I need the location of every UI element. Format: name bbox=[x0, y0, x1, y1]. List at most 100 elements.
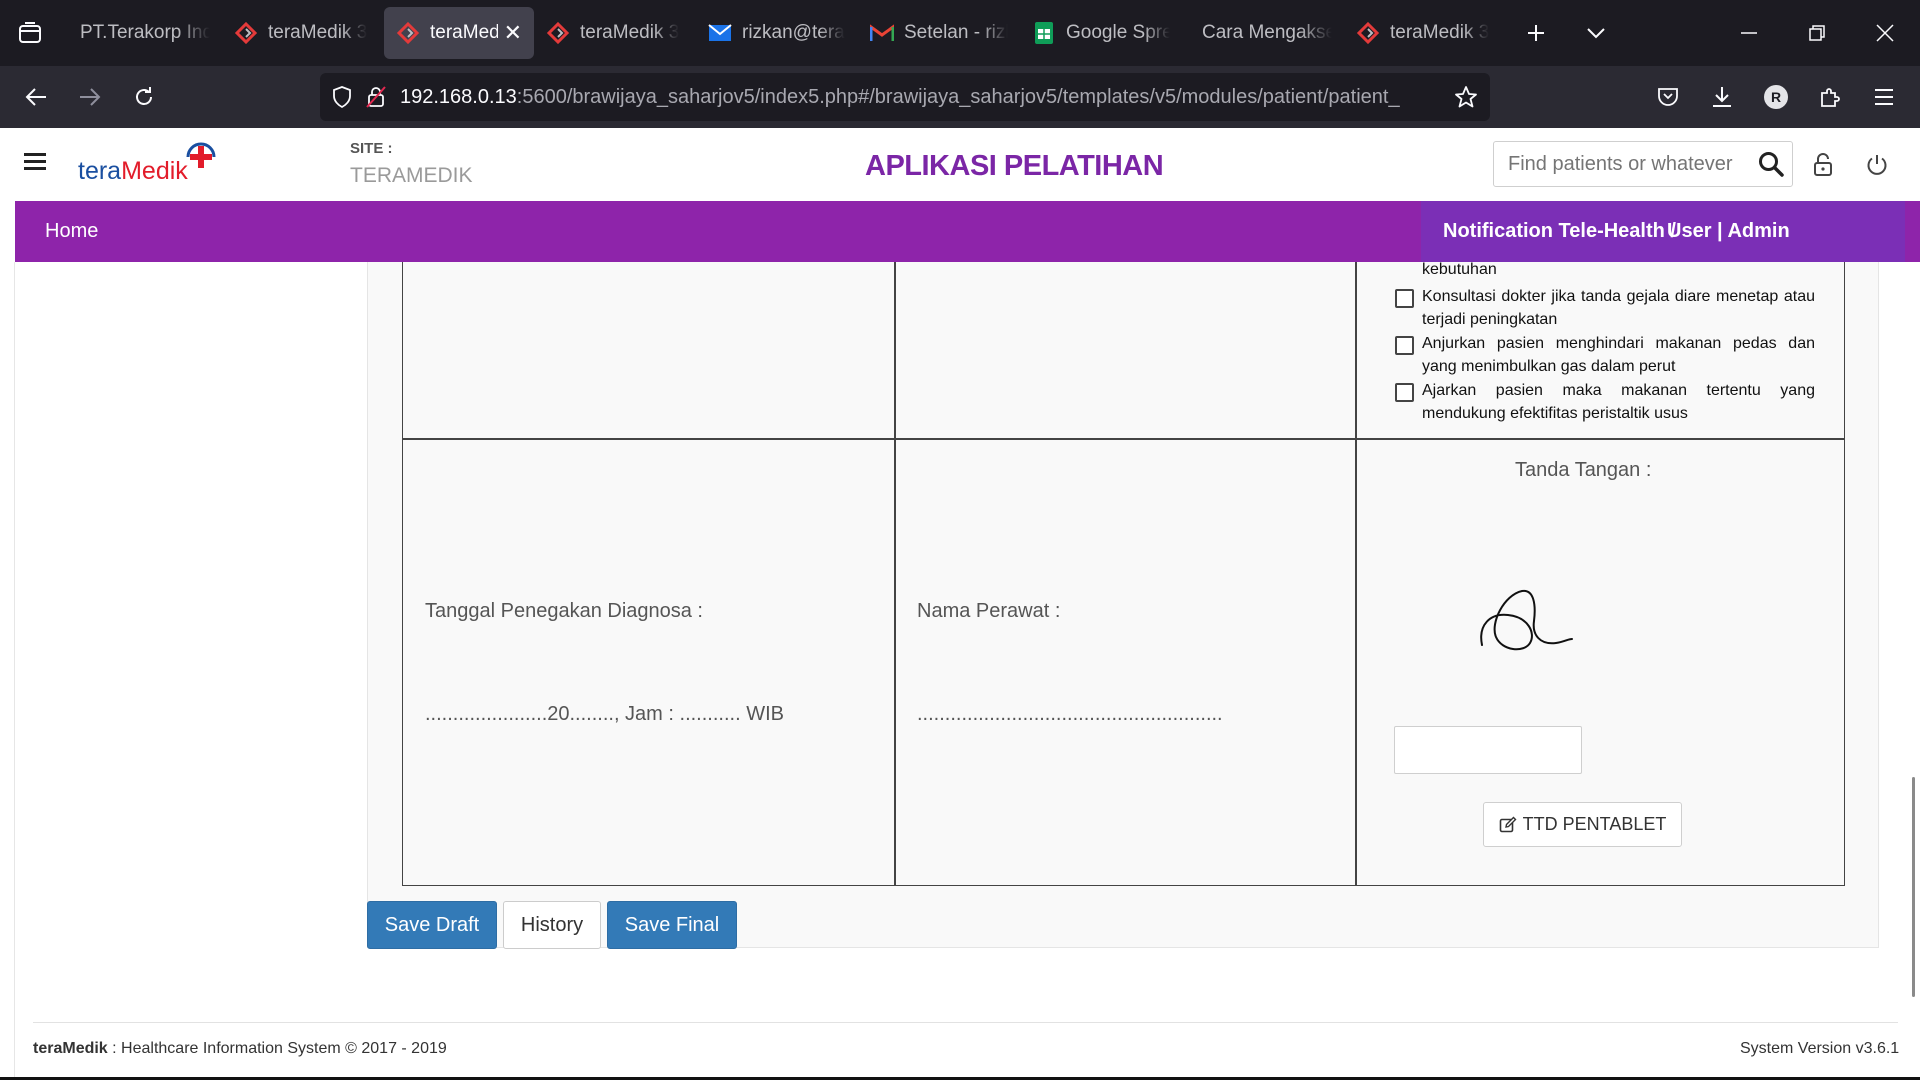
history-button[interactable]: History bbox=[503, 901, 601, 949]
teramedik-icon bbox=[1356, 21, 1380, 45]
browser-tab-title: teraMedik bbox=[430, 22, 498, 43]
site-value: TERAMEDIK bbox=[350, 164, 473, 187]
checklist-item[interactable]: Ajarkan pasien maka makanan tertentu yan… bbox=[1395, 379, 1815, 425]
checklist-item-label: Anjurkan pasien menghindari makanan peda… bbox=[1422, 335, 1815, 375]
checklist-continuation-text: kebutuhan bbox=[1422, 261, 1497, 278]
nav-home[interactable]: Home bbox=[45, 220, 98, 243]
tab-list-button[interactable] bbox=[0, 0, 60, 66]
reload-button[interactable] bbox=[117, 70, 171, 124]
tab-list-icon bbox=[19, 22, 41, 43]
pocket-icon bbox=[1658, 88, 1678, 106]
tab-overflow-button[interactable] bbox=[1566, 0, 1626, 66]
account-avatar: R bbox=[1764, 85, 1788, 109]
minimize-icon bbox=[1741, 32, 1757, 34]
diagnosa-date-label: Tanggal Penegakan Diagnosa : bbox=[425, 600, 703, 622]
close-tab-icon[interactable]: ✕ bbox=[504, 20, 522, 46]
patient-search[interactable] bbox=[1493, 141, 1793, 187]
menu-icon bbox=[1875, 89, 1893, 105]
sidebar-toggle-button[interactable] bbox=[24, 152, 50, 174]
nav-right: Notification Tele-Health / User | Admin bbox=[1421, 201, 1905, 262]
signature-name-input[interactable] bbox=[1394, 726, 1582, 774]
url-text[interactable]: 192.168.0.13:5600/brawijaya_saharjov5/in… bbox=[400, 86, 1420, 109]
nav-user-admin[interactable]: User | Admin bbox=[1667, 220, 1790, 243]
checklist-item[interactable]: Anjurkan pasien menghindari makanan peda… bbox=[1395, 332, 1815, 378]
table-divider bbox=[403, 438, 1844, 440]
gmail-icon bbox=[870, 21, 894, 45]
pocket-button[interactable] bbox=[1645, 74, 1691, 120]
browser-tab[interactable]: rizkan@tera bbox=[696, 7, 858, 59]
download-icon bbox=[1713, 87, 1731, 107]
ttd-pentablet-label: TTD PENTABLET bbox=[1522, 814, 1667, 834]
table-divider bbox=[1355, 262, 1357, 885]
insecure-lock-icon[interactable] bbox=[366, 86, 386, 108]
medical-cross-icon bbox=[186, 142, 216, 168]
browser-tab-bar: PT.Terakorp IndoteraMedik 3teraMedik✕ter… bbox=[0, 0, 1920, 66]
browser-tab-title: teraMedik 3 bbox=[268, 22, 368, 43]
arrow-right-icon bbox=[80, 88, 101, 106]
teramedik-logo[interactable]: teraMedik bbox=[78, 142, 218, 186]
browser-tab[interactable]: Cara Mengakses bbox=[1182, 7, 1344, 59]
new-tab-button[interactable] bbox=[1506, 0, 1566, 66]
signature-image bbox=[1460, 575, 1620, 665]
forward-button[interactable] bbox=[63, 70, 117, 124]
nav-notification-telehealth[interactable]: Notification Tele-Health / bbox=[1443, 220, 1676, 243]
checklist-item[interactable]: Konsultasi dokter jika tanda gejala diar… bbox=[1395, 285, 1815, 331]
browser-tab[interactable]: Google Spre bbox=[1020, 7, 1182, 59]
teramedik-icon bbox=[234, 21, 258, 45]
browser-tab[interactable]: teraMedik 3 bbox=[1344, 7, 1506, 59]
browser-tab[interactable]: Setelan - rizk bbox=[858, 7, 1020, 59]
browser-tab[interactable]: teraMedik 3 bbox=[534, 7, 696, 59]
save-draft-button[interactable]: Save Draft bbox=[367, 901, 497, 949]
restore-button[interactable] bbox=[1784, 0, 1850, 66]
save-final-button[interactable]: Save Final bbox=[607, 901, 737, 949]
logout-button[interactable] bbox=[1862, 150, 1892, 180]
teramedik-icon bbox=[396, 21, 420, 45]
patient-search-input[interactable] bbox=[1494, 152, 1744, 176]
main-nav-bar: Home Notification Tele-Health / User | A… bbox=[15, 201, 1920, 262]
diagnosa-date-value: ......................20........, Jam : … bbox=[425, 703, 784, 725]
lock-button[interactable] bbox=[1808, 150, 1838, 180]
footer-divider bbox=[33, 1022, 1898, 1023]
bookmark-star-icon[interactable] bbox=[1454, 85, 1478, 109]
footer-version: System Version v3.6.1 bbox=[1740, 1040, 1900, 1057]
plus-icon bbox=[1528, 25, 1544, 41]
search-icon[interactable] bbox=[1758, 151, 1784, 182]
browser-tab[interactable]: PT.Terakorp Indo bbox=[60, 7, 222, 59]
close-icon bbox=[1876, 24, 1894, 42]
browser-tab-title: PT.Terakorp Indo bbox=[80, 22, 210, 43]
browser-tab-title: teraMedik 3 bbox=[1390, 22, 1490, 43]
lock-icon bbox=[1814, 153, 1832, 176]
app-menu-button[interactable] bbox=[1861, 74, 1907, 120]
browser-tab[interactable]: teraMedik 3 bbox=[222, 7, 384, 59]
ttd-pentablet-button[interactable]: TTD PENTABLET bbox=[1483, 802, 1682, 847]
scrollbar-thumb[interactable] bbox=[1912, 777, 1915, 997]
shield-icon[interactable] bbox=[332, 86, 352, 108]
account-button[interactable]: R bbox=[1753, 74, 1799, 120]
footer-copyright: teraMedik : Healthcare Information Syste… bbox=[33, 1040, 447, 1057]
app-title: APLIKASI PELATIHAN bbox=[865, 150, 1164, 182]
teramedik-icon bbox=[546, 21, 570, 45]
nurse-name-label: Nama Perawat : bbox=[917, 600, 1061, 622]
browser-tab-title: Setelan - rizk bbox=[904, 22, 1008, 43]
mail-icon bbox=[708, 21, 732, 45]
sheets-icon bbox=[1032, 21, 1056, 45]
address-bar[interactable]: 192.168.0.13:5600/brawijaya_saharjov5/in… bbox=[320, 73, 1490, 121]
reload-icon bbox=[136, 87, 152, 105]
close-window-button[interactable] bbox=[1852, 0, 1918, 66]
checklist-item-label: Konsultasi dokter jika tanda gejala diar… bbox=[1422, 288, 1815, 328]
signature-label: Tanda Tangan : bbox=[1515, 459, 1652, 481]
app-header: teraMedik SITE : TERAMEDIK APLIKASI PELA… bbox=[0, 128, 1920, 201]
checkbox[interactable] bbox=[1395, 289, 1414, 308]
minimize-button[interactable] bbox=[1716, 0, 1782, 66]
checkbox[interactable] bbox=[1395, 383, 1414, 402]
extensions-button[interactable] bbox=[1807, 74, 1853, 120]
checklist-item-label: Ajarkan pasien maka makanan tertentu yan… bbox=[1422, 382, 1815, 422]
nurse-name-value: ........................................… bbox=[917, 703, 1223, 725]
browser-nav-bar: 192.168.0.13:5600/brawijaya_saharjov5/in… bbox=[0, 66, 1920, 128]
checkbox[interactable] bbox=[1395, 336, 1414, 355]
browser-tab[interactable]: teraMedik ✕ bbox=[384, 7, 534, 59]
downloads-button[interactable] bbox=[1699, 74, 1745, 120]
table-divider bbox=[894, 262, 896, 885]
site-label: SITE : bbox=[350, 140, 393, 157]
back-button[interactable] bbox=[9, 70, 63, 124]
